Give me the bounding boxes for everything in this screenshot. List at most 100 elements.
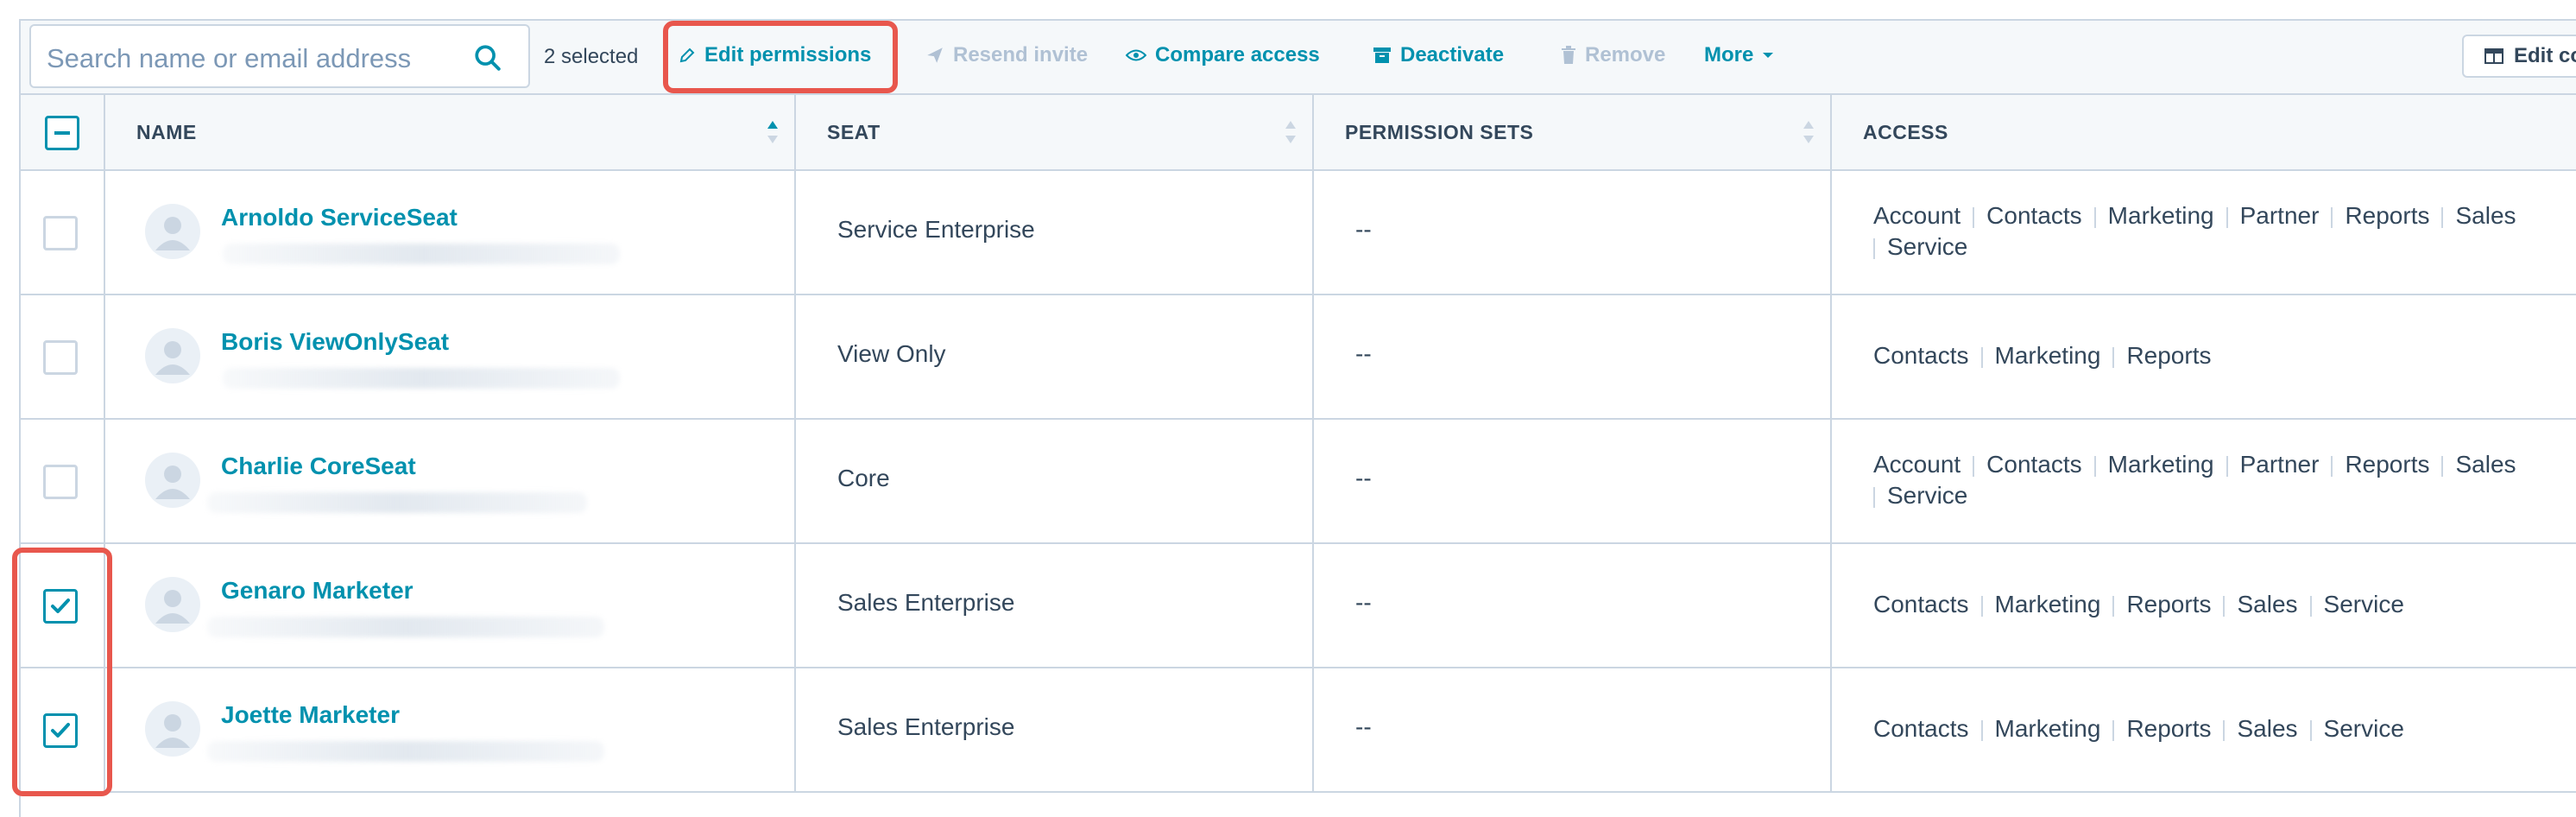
permission-sets-value: -- — [1355, 713, 1372, 740]
user-name-link[interactable]: Arnoldo ServiceSeat — [221, 204, 458, 231]
select-all-checkbox[interactable] — [45, 116, 79, 150]
access-list: Contacts Marketing Reports Sales Service — [1873, 713, 2564, 744]
access-separator — [1973, 206, 1975, 228]
avatar[interactable] — [145, 577, 200, 632]
access-list: Contacts Marketing Reports Sales Service — [1873, 589, 2564, 620]
row-select-cell — [19, 420, 104, 542]
access-cell: Contacts Marketing Reports — [1830, 295, 2576, 418]
access-tag: Service — [2323, 591, 2404, 618]
access-tag: Contacts — [1986, 202, 2082, 229]
access-separator — [2223, 595, 2226, 617]
permission-sets-cell: -- — [1312, 544, 1830, 667]
access-separator — [1873, 238, 1875, 259]
row-select-cell — [19, 171, 104, 294]
sort-icon[interactable] — [1803, 119, 1815, 145]
permission-sets-value: -- — [1355, 589, 1372, 616]
avatar[interactable] — [145, 204, 200, 259]
sort-ascending-icon[interactable] — [767, 119, 779, 145]
archive-icon — [1373, 48, 1391, 63]
access-separator — [2093, 206, 2096, 228]
permission-sets-cell: -- — [1312, 171, 1830, 294]
access-tag: Sales — [2237, 715, 2298, 742]
access-list: Contacts Marketing Reports — [1873, 340, 2564, 371]
more-dropdown[interactable]: More — [1704, 38, 1783, 73]
access-tag: Sales — [2455, 202, 2516, 229]
column-header-seat[interactable]: SEAT — [794, 95, 1312, 169]
bulk-actions-toolbar: Search name or email address 2 selected … — [19, 19, 2576, 95]
row-select-cell — [19, 295, 104, 418]
access-tag: Contacts — [1873, 715, 1969, 742]
row-checkbox[interactable] — [43, 713, 78, 748]
column-header-permission-sets[interactable]: PERMISSION SETS — [1312, 95, 1830, 169]
user-name-link[interactable]: Joette Marketer — [221, 701, 400, 729]
user-name-link[interactable]: Charlie CoreSeat — [221, 453, 416, 480]
search-icon[interactable] — [473, 43, 502, 73]
access-tag: Contacts — [1873, 342, 1969, 369]
access-tag: Contacts — [1873, 591, 1969, 618]
column-header-name-label: NAME — [136, 120, 197, 143]
row-checkbox[interactable] — [43, 340, 78, 375]
row-checkbox[interactable] — [43, 216, 78, 250]
table-row[interactable]: Boris ViewOnlySeat View Only -- Contacts… — [21, 295, 2576, 420]
access-cell: Contacts Marketing Reports Sales Service — [1830, 668, 2576, 791]
user-name-link[interactable]: Genaro Marketer — [221, 577, 414, 605]
permission-sets-cell: -- — [1312, 295, 1830, 418]
seat-value: Service Enterprise — [837, 216, 1035, 243]
compare-access-button[interactable]: Compare access — [1126, 38, 1320, 73]
access-separator — [2226, 455, 2228, 477]
table-row[interactable]: Arnoldo ServiceSeat Service Enterprise -… — [21, 171, 2576, 295]
remove-label: Remove — [1585, 43, 1666, 66]
user-silhouette-icon — [155, 217, 190, 250]
select-all-cell — [19, 95, 104, 169]
name-cell: Genaro Marketer — [104, 544, 794, 667]
sort-icon[interactable] — [1285, 119, 1297, 145]
access-tag: Partner — [2239, 202, 2320, 229]
access-separator — [2309, 719, 2312, 741]
column-header-seat-label: SEAT — [827, 120, 881, 143]
edit-columns-button[interactable]: Edit columns — [2462, 35, 2576, 78]
caret-down-icon — [1763, 53, 1774, 58]
search-placeholder: Search name or email address — [47, 43, 412, 73]
trash-icon — [1562, 46, 1575, 64]
resend-invite-button[interactable]: Resend invite — [925, 38, 1088, 73]
user-silhouette-icon — [155, 714, 190, 748]
permission-sets-cell: -- — [1312, 420, 1830, 542]
user-silhouette-icon — [155, 590, 190, 624]
eye-icon — [1126, 49, 1146, 61]
redacted-email — [207, 492, 587, 513]
permission-sets-value: -- — [1355, 465, 1372, 491]
minus-icon — [54, 131, 70, 135]
access-tag: Contacts — [1986, 451, 2082, 478]
row-checkbox[interactable] — [43, 465, 78, 499]
access-tag: Reports — [2126, 342, 2212, 369]
row-select-cell — [19, 668, 104, 791]
seat-cell: Core — [794, 420, 1312, 542]
edit-permissions-button[interactable]: Edit permissions — [679, 38, 871, 73]
table-row[interactable]: Genaro Marketer Sales Enterprise -- Cont… — [21, 544, 2576, 668]
checkmark-icon — [51, 723, 70, 738]
deactivate-label: Deactivate — [1400, 43, 1505, 66]
seat-cell: View Only — [794, 295, 1312, 418]
access-separator — [1980, 346, 1983, 368]
user-silhouette-icon — [155, 341, 190, 375]
table-row[interactable]: Joette Marketer Sales Enterprise -- Cont… — [21, 668, 2576, 793]
column-header-name[interactable]: NAME — [104, 95, 794, 169]
table-row[interactable]: Charlie CoreSeat Core -- Account Contacts… — [21, 420, 2576, 544]
search-input[interactable]: Search name or email address — [29, 24, 530, 88]
checkmark-icon — [51, 598, 70, 613]
avatar[interactable] — [145, 701, 200, 757]
column-header-access: ACCESS — [1830, 95, 2576, 169]
remove-button[interactable]: Remove — [1561, 38, 1665, 73]
row-checkbox[interactable] — [43, 589, 78, 624]
avatar[interactable] — [145, 453, 200, 508]
seat-value: Core — [837, 465, 890, 491]
deactivate-button[interactable]: Deactivate — [1373, 38, 1504, 73]
user-name-link[interactable]: Boris ViewOnlySeat — [221, 328, 449, 356]
access-list: Account Contacts Marketing Partner Reports Sa… — [1873, 449, 2564, 511]
avatar[interactable] — [145, 328, 200, 383]
access-separator — [1973, 455, 1975, 477]
access-tag: Service — [1887, 482, 1968, 509]
row-select-cell — [19, 544, 104, 667]
access-tag: Sales — [2455, 451, 2516, 478]
more-label: More — [1704, 43, 1754, 66]
